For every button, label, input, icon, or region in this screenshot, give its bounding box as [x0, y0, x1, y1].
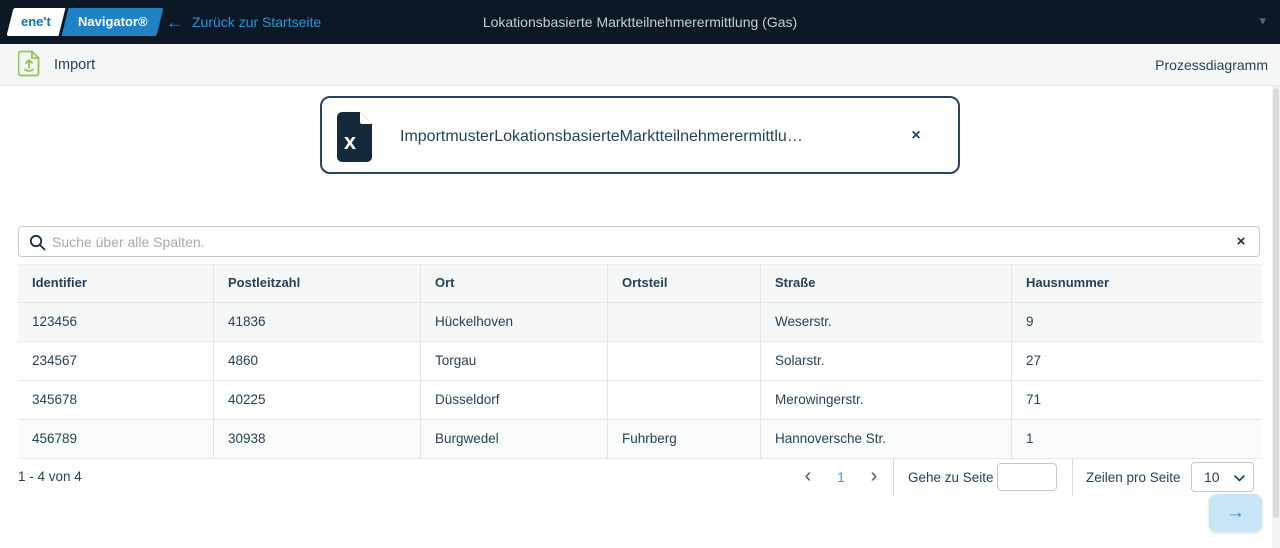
- cell-ort: Torgau: [420, 342, 607, 381]
- cell-strasse: Hannoversche Str.: [760, 420, 1011, 459]
- app-logo: ene't Navigator®: [7, 8, 164, 36]
- cell-identifier: 123456: [18, 303, 213, 342]
- column-header-hausnummer: Hausnummer: [1011, 264, 1262, 303]
- page-scrollbar-track[interactable]: [1272, 86, 1280, 548]
- cell-identifier: 234567: [18, 342, 213, 381]
- cell-postleitzahl: 4860: [213, 342, 420, 381]
- cell-strasse: Solarstr.: [760, 342, 1011, 381]
- column-header-postleitzahl: Postleitzahl: [213, 264, 420, 303]
- uploaded-file-chip: x ImportmusterLokationsbasierteMarktteil…: [320, 96, 960, 174]
- footer-divider: [893, 459, 894, 496]
- results-table: Identifier Postleitzahl Ort Ortsteil Str…: [18, 264, 1262, 459]
- import-label: Import: [54, 57, 95, 73]
- cell-hausnummer: 9: [1011, 303, 1262, 342]
- logo-brand-segment: ene't: [7, 8, 66, 36]
- cell-ortsteil: [607, 381, 760, 420]
- chevron-down-icon[interactable]: ▾: [1255, 0, 1270, 44]
- logo-product-text: Navigator®: [78, 8, 148, 36]
- import-upload-icon: [18, 50, 41, 81]
- uploaded-filename: ImportmusterLokationsbasierteMarktteilne…: [400, 98, 803, 176]
- cell-postleitzahl: 40225: [213, 381, 420, 420]
- top-navbar: ene't Navigator® ← Zurück zur Startseite…: [0, 0, 1280, 44]
- column-header-ortsteil: Ortsteil: [607, 264, 760, 303]
- table-row: 123456 41836 Hückelhoven Weserstr. 9: [18, 303, 1262, 342]
- cell-hausnummer: 1: [1011, 420, 1262, 459]
- search-input[interactable]: [52, 228, 1222, 255]
- cell-postleitzahl: 30938: [213, 420, 420, 459]
- toolbar: Import Prozessdiagramm: [0, 44, 1280, 86]
- cell-ort: Hückelhoven: [420, 303, 607, 342]
- continue-button[interactable]: →: [1209, 494, 1262, 532]
- goto-page-input[interactable]: [997, 463, 1057, 491]
- back-arrow-icon: ←: [166, 14, 183, 31]
- logo-product-segment: Navigator®: [61, 8, 164, 36]
- table-row: 456789 30938 Burgwedel Fuhrberg Hannover…: [18, 420, 1262, 459]
- cell-hausnummer: 71: [1011, 381, 1262, 420]
- table-header-row: Identifier Postleitzahl Ort Ortsteil Str…: [18, 264, 1262, 303]
- back-to-start-link[interactable]: ← Zurück zur Startseite: [166, 0, 321, 44]
- cell-hausnummer: 27: [1011, 342, 1262, 381]
- rows-per-page-label: Zeilen pro Seite: [1086, 470, 1181, 485]
- import-button[interactable]: Import: [18, 44, 95, 86]
- remove-file-button[interactable]: ×: [902, 122, 930, 150]
- cell-strasse: Merowingerstr.: [760, 381, 1011, 420]
- excel-file-icon: x: [335, 111, 375, 168]
- table-row: 345678 40225 Düsseldorf Merowingerstr. 7…: [18, 381, 1262, 420]
- cell-ortsteil: [607, 342, 760, 381]
- arrow-right-icon: →: [1226, 502, 1245, 524]
- logo-brand-text: ene't: [21, 8, 51, 36]
- footer-divider: [1072, 459, 1073, 496]
- back-link-label: Zurück zur Startseite: [192, 0, 321, 44]
- cell-ort: Burgwedel: [420, 420, 607, 459]
- rows-per-page-select[interactable]: 10: [1191, 462, 1254, 492]
- svg-text:x: x: [344, 129, 357, 154]
- cell-postleitzahl: 41836: [213, 303, 420, 342]
- search-icon: [29, 234, 46, 256]
- cell-ort: Düsseldorf: [420, 381, 607, 420]
- cell-identifier: 345678: [18, 381, 213, 420]
- column-header-strasse: Straße: [760, 264, 1011, 303]
- page-scrollbar-thumb[interactable]: [1273, 88, 1279, 518]
- row-range-label: 1 - 4 von 4: [18, 469, 82, 484]
- process-diagram-button[interactable]: Prozessdiagramm: [1155, 44, 1268, 86]
- goto-page-label: Gehe zu Seite: [908, 470, 994, 485]
- page-number-current[interactable]: 1: [832, 469, 850, 485]
- cell-strasse: Weserstr.: [760, 303, 1011, 342]
- next-page-button[interactable]: ›: [862, 465, 886, 489]
- previous-page-button[interactable]: ‹: [796, 465, 820, 489]
- table-row: 234567 4860 Torgau Solarstr. 27: [18, 342, 1262, 381]
- rows-per-page-value: 10: [1204, 469, 1220, 485]
- pager: ‹ 1 ›: [796, 458, 886, 496]
- search-bar: ×: [18, 226, 1260, 257]
- cell-ortsteil: [607, 303, 760, 342]
- cell-ortsteil: Fuhrberg: [607, 420, 760, 459]
- column-header-ort: Ort: [420, 264, 607, 303]
- column-header-identifier: Identifier: [18, 264, 213, 303]
- search-clear-button[interactable]: ×: [1229, 230, 1253, 254]
- select-chevron-down-icon: [1234, 469, 1245, 485]
- cell-identifier: 456789: [18, 420, 213, 459]
